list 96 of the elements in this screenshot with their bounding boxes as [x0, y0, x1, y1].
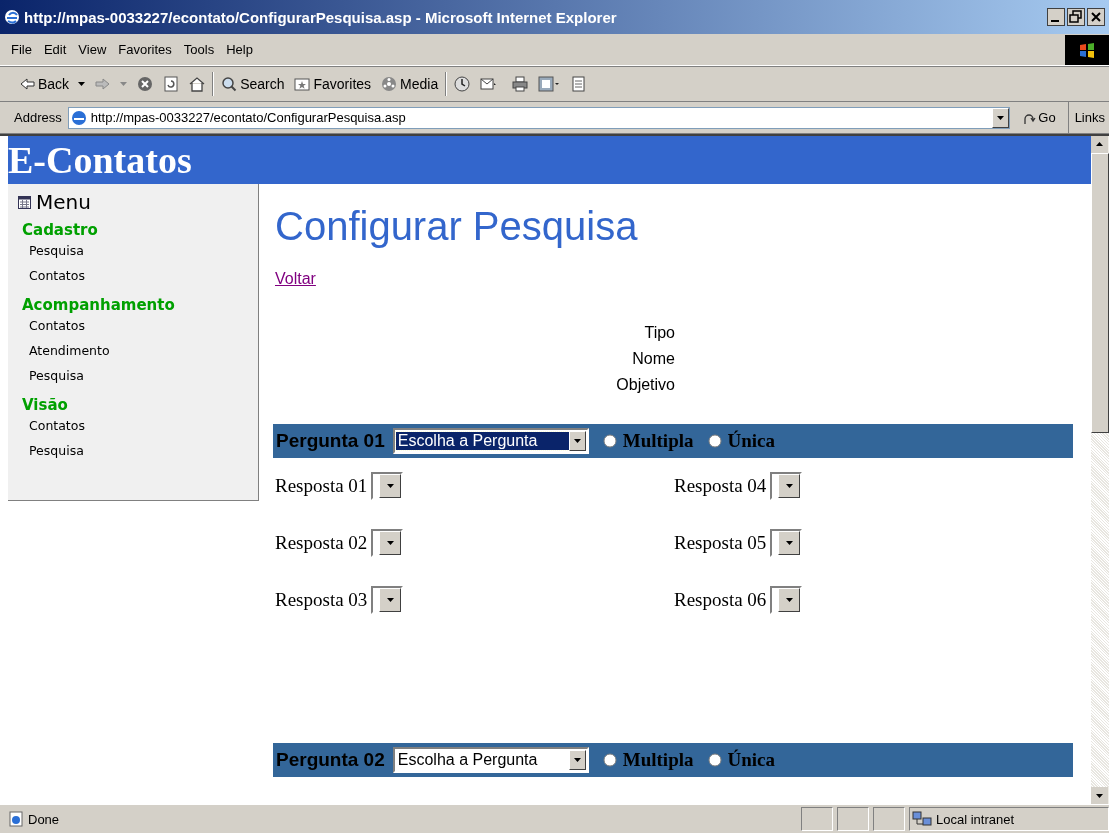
answer-label: Resposta 04	[673, 474, 767, 497]
field-label: Nome	[632, 349, 675, 369]
menu-link[interactable]: Pesquisa	[29, 243, 84, 258]
printer-icon	[512, 76, 529, 92]
caret-icon[interactable]	[785, 540, 793, 545]
links-button[interactable]: Links	[1067, 102, 1109, 133]
document-icon	[538, 76, 561, 92]
caret-icon[interactable]	[573, 758, 581, 762]
menu-section-heading: Visão	[22, 396, 68, 414]
page-icon	[8, 811, 24, 827]
star-folder-icon	[294, 76, 311, 92]
radio-button[interactable]	[602, 434, 617, 448]
favorites-button[interactable]: Favorites	[291, 76, 375, 92]
menu-title: Menu	[36, 190, 91, 214]
menu-section-heading: Acompanhamento	[22, 296, 175, 314]
site-title: E-Contatos	[8, 141, 192, 179]
address-label: Address	[14, 110, 62, 125]
stop-icon	[137, 76, 154, 92]
minimize-icon[interactable]	[1047, 8, 1065, 26]
notepad-icon	[570, 76, 587, 92]
go-button[interactable]: Go	[1016, 110, 1062, 125]
question-dropdown[interactable]: Escolha a Pergunta	[392, 428, 589, 454]
answer-dropdown[interactable]	[371, 585, 404, 614]
option-label: Multipla	[622, 749, 694, 771]
status-pane	[873, 807, 905, 831]
answer-label: Resposta 06	[673, 588, 767, 611]
answer-dropdown[interactable]	[770, 585, 803, 614]
scroll-down-icon[interactable]	[1091, 787, 1108, 804]
status-pane	[837, 807, 869, 831]
list-icon	[18, 195, 31, 209]
back-arrow-icon	[19, 76, 35, 92]
answer-dropdown[interactable]	[371, 471, 404, 500]
page-heading: Configurar Pesquisa	[275, 204, 639, 248]
network-icon	[912, 811, 932, 827]
question-dropdown[interactable]: Escolha a Pergunta	[392, 747, 589, 773]
window-title: http://mpas-0033227/econtato/ConfigurarPesquisa.asp - Microsoft Internet Explorer	[24, 8, 618, 26]
scroll-up-icon[interactable]	[1091, 136, 1108, 153]
back-button[interactable]: Back	[16, 76, 89, 92]
clock-icon	[454, 76, 471, 92]
answer-label: Resposta 01	[274, 474, 368, 497]
field-label: Tipo	[644, 323, 675, 343]
browser-icon	[70, 109, 87, 126]
radio-button[interactable]	[707, 753, 722, 767]
menu-item[interactable]: File	[8, 42, 41, 57]
menu-link[interactable]: Atendimento	[29, 343, 110, 358]
scroll-thumb[interactable]	[1091, 153, 1109, 433]
answer-label: Resposta 05	[673, 531, 767, 554]
question-label: Pergunta 01	[276, 430, 385, 452]
option-label: Única	[727, 430, 775, 452]
menu-item[interactable]: Help	[223, 42, 262, 57]
answer-label: Resposta 02	[274, 531, 368, 554]
radio-button[interactable]	[707, 434, 722, 448]
menu-link[interactable]: Contatos	[29, 268, 85, 283]
forward-arrow-icon	[95, 76, 112, 92]
answer-dropdown[interactable]	[770, 528, 803, 557]
magnifier-icon	[221, 76, 238, 92]
status-pane	[801, 807, 833, 831]
search-button[interactable]: Search	[218, 76, 288, 92]
question-label: Pergunta 02	[276, 749, 385, 771]
caret-icon[interactable]	[78, 82, 86, 86]
close-icon[interactable]	[1087, 8, 1105, 26]
answer-dropdown[interactable]	[371, 528, 404, 557]
caret-icon[interactable]	[785, 483, 793, 488]
answer-label: Resposta 03	[274, 588, 368, 611]
address-field[interactable]: http://mpas-0033227/econtato/ConfigurarPesquisa.asp	[67, 106, 1011, 129]
refresh-icon	[163, 76, 180, 92]
caret-icon[interactable]	[573, 439, 581, 443]
option-label: Única	[727, 749, 775, 771]
radio-button[interactable]	[602, 753, 617, 767]
menu-item[interactable]: Edit	[40, 42, 76, 57]
status-text: Done	[28, 811, 60, 827]
menu-section-heading: Cadastro	[22, 221, 98, 239]
security-zone-text: Local intranet	[936, 811, 1015, 827]
caret-icon[interactable]	[997, 115, 1005, 120]
caret-icon[interactable]	[386, 597, 394, 602]
caret-icon[interactable]	[386, 483, 394, 488]
menu-link[interactable]: Contatos	[29, 418, 85, 433]
option-label: Multipla	[622, 430, 694, 452]
browser-icon	[4, 9, 20, 25]
menu-item[interactable]: View	[75, 42, 116, 57]
media-button[interactable]: Media	[378, 76, 442, 92]
home-icon	[189, 76, 206, 92]
menu-link[interactable]: Contatos	[29, 318, 85, 333]
menu-item[interactable]: Favorites	[115, 42, 181, 57]
caret-icon[interactable]	[386, 540, 394, 545]
scrollbar[interactable]	[1091, 136, 1109, 804]
menu-link[interactable]: Pesquisa	[29, 368, 84, 383]
menu-link[interactable]: Pesquisa	[29, 443, 84, 458]
menu-item[interactable]: Tools	[180, 42, 224, 57]
field-label: Objetivo	[616, 375, 675, 395]
restore-icon[interactable]	[1067, 8, 1085, 26]
back-link[interactable]: Voltar	[275, 270, 316, 288]
answer-dropdown[interactable]	[770, 471, 803, 500]
caret-icon[interactable]	[785, 597, 793, 602]
film-reel-icon	[381, 76, 398, 92]
windows-logo-icon	[1065, 34, 1109, 65]
